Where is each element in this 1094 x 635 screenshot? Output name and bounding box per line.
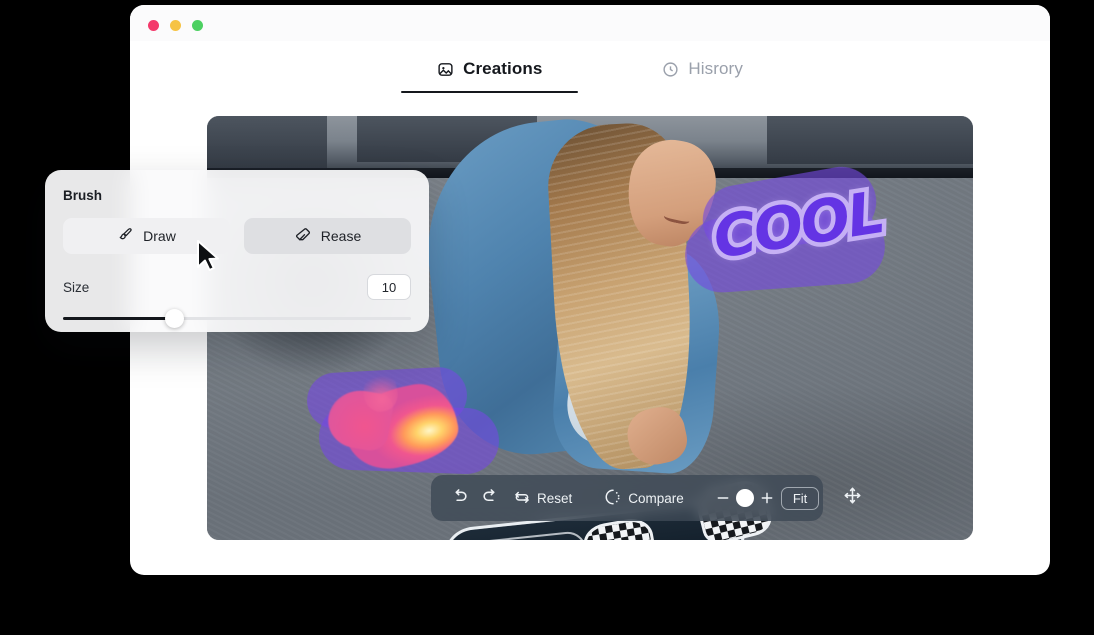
draw-label: Draw [143,228,176,244]
reset-button[interactable]: Reset [506,483,579,514]
tab-history-label: Hisrory [688,59,743,78]
undo-icon [450,486,469,510]
compare-label: Compare [628,490,684,506]
size-slider-fill [63,317,175,320]
eraser-icon [294,226,312,247]
redo-button[interactable] [475,481,506,515]
screen: Creations Hisrory COOL Reset Compare Fit… [0,0,1094,635]
brush-panel: Brush Draw Rease Size 10 [45,170,429,332]
brush-mode-group: Draw Rease [63,218,411,254]
tab-history[interactable]: Hisrory [626,53,779,93]
fit-button[interactable]: Fit [780,486,820,510]
tab-bar: Creations Hisrory [130,53,1050,93]
tab-creations-label: Creations [463,59,543,78]
reset-label: Reset [537,490,573,506]
clock-icon [662,61,679,78]
brush-panel-title: Brush [63,188,103,203]
zoom-slider-thumb[interactable] [735,489,754,507]
size-slider-thumb[interactable] [165,309,185,328]
pan-button[interactable] [837,481,868,515]
erase-label: Rease [320,228,362,244]
image-icon [437,61,454,78]
close-button[interactable] [148,20,159,31]
contrast-icon [604,488,622,509]
zoom-in-button[interactable] [753,485,781,511]
compare-button[interactable]: Compare [597,483,691,514]
refresh-icon [513,488,531,509]
building-right [767,116,973,164]
redo-icon [481,486,500,510]
undo-button[interactable] [444,481,475,515]
title-bar [130,5,1050,41]
maximize-button[interactable] [192,20,203,31]
plus-icon [761,492,773,504]
size-label: Size [63,279,90,295]
zoom-out-button[interactable] [709,485,737,511]
minimize-button[interactable] [170,20,181,31]
editor-toolbar: Reset Compare Fit [431,475,861,521]
erase-button[interactable]: Rease [244,218,411,254]
window-controls [148,20,203,31]
move-icon [843,486,862,510]
size-value[interactable]: 10 [367,274,411,300]
tab-creations[interactable]: Creations [401,53,579,93]
minus-icon [717,497,729,499]
building-left [207,116,327,168]
mouse-cursor [196,240,222,277]
brush-size-row: Size 10 [63,274,411,300]
size-slider[interactable] [63,309,411,328]
paintbrush-icon [117,226,134,246]
